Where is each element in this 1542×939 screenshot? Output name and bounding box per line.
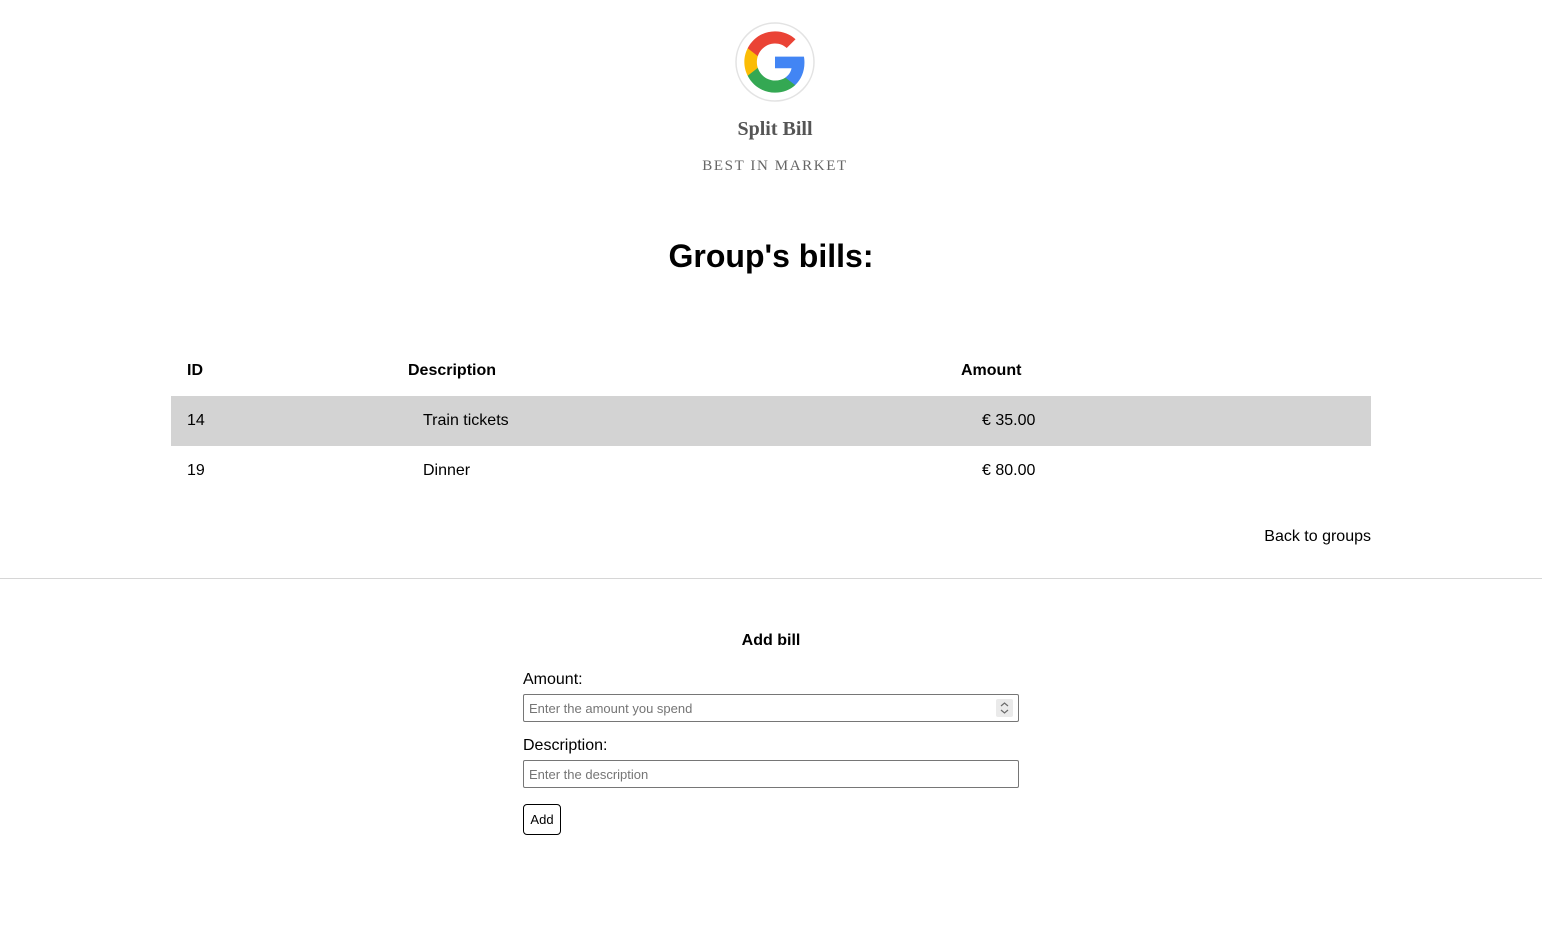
table-row: 19 Dinner € 80.00 [171,446,1371,496]
bill-description-cell: Train tickets [423,412,509,429]
brand-name: Split Bill [737,118,813,140]
description-input[interactable] [523,760,1019,788]
column-header-amount: Amount [961,362,1022,379]
brand-logo [735,22,815,102]
brand-tagline: BEST IN MARKET [702,158,848,174]
column-header-id: ID [187,362,203,379]
bills-table: ID Description Amount 14 Train tickets €… [171,346,1371,496]
description-label: Description: [523,737,608,754]
page-title: Group's bills: [668,238,874,274]
table-header-row: ID Description Amount [171,346,1371,396]
add-bill-button[interactable]: Add [523,804,561,835]
column-header-description: Description [408,362,497,379]
bill-description-cell: Dinner [423,462,471,479]
bill-amount-cell: € 80.00 [982,462,1036,479]
amount-spinner[interactable] [996,699,1013,717]
google-g-icon [735,22,815,102]
section-divider [0,578,1542,579]
table-row: 14 Train tickets € 35.00 [171,396,1371,446]
spinner-arrows-icon [1000,702,1009,714]
bill-id-cell: 19 [187,462,205,479]
add-bill-title: Add bill [741,632,801,649]
amount-input[interactable] [523,694,1019,722]
bill-id-cell: 14 [187,412,205,429]
amount-label: Amount: [523,671,583,688]
back-to-groups-link[interactable]: Back to groups [1264,528,1371,546]
bill-amount-cell: € 35.00 [982,412,1036,429]
